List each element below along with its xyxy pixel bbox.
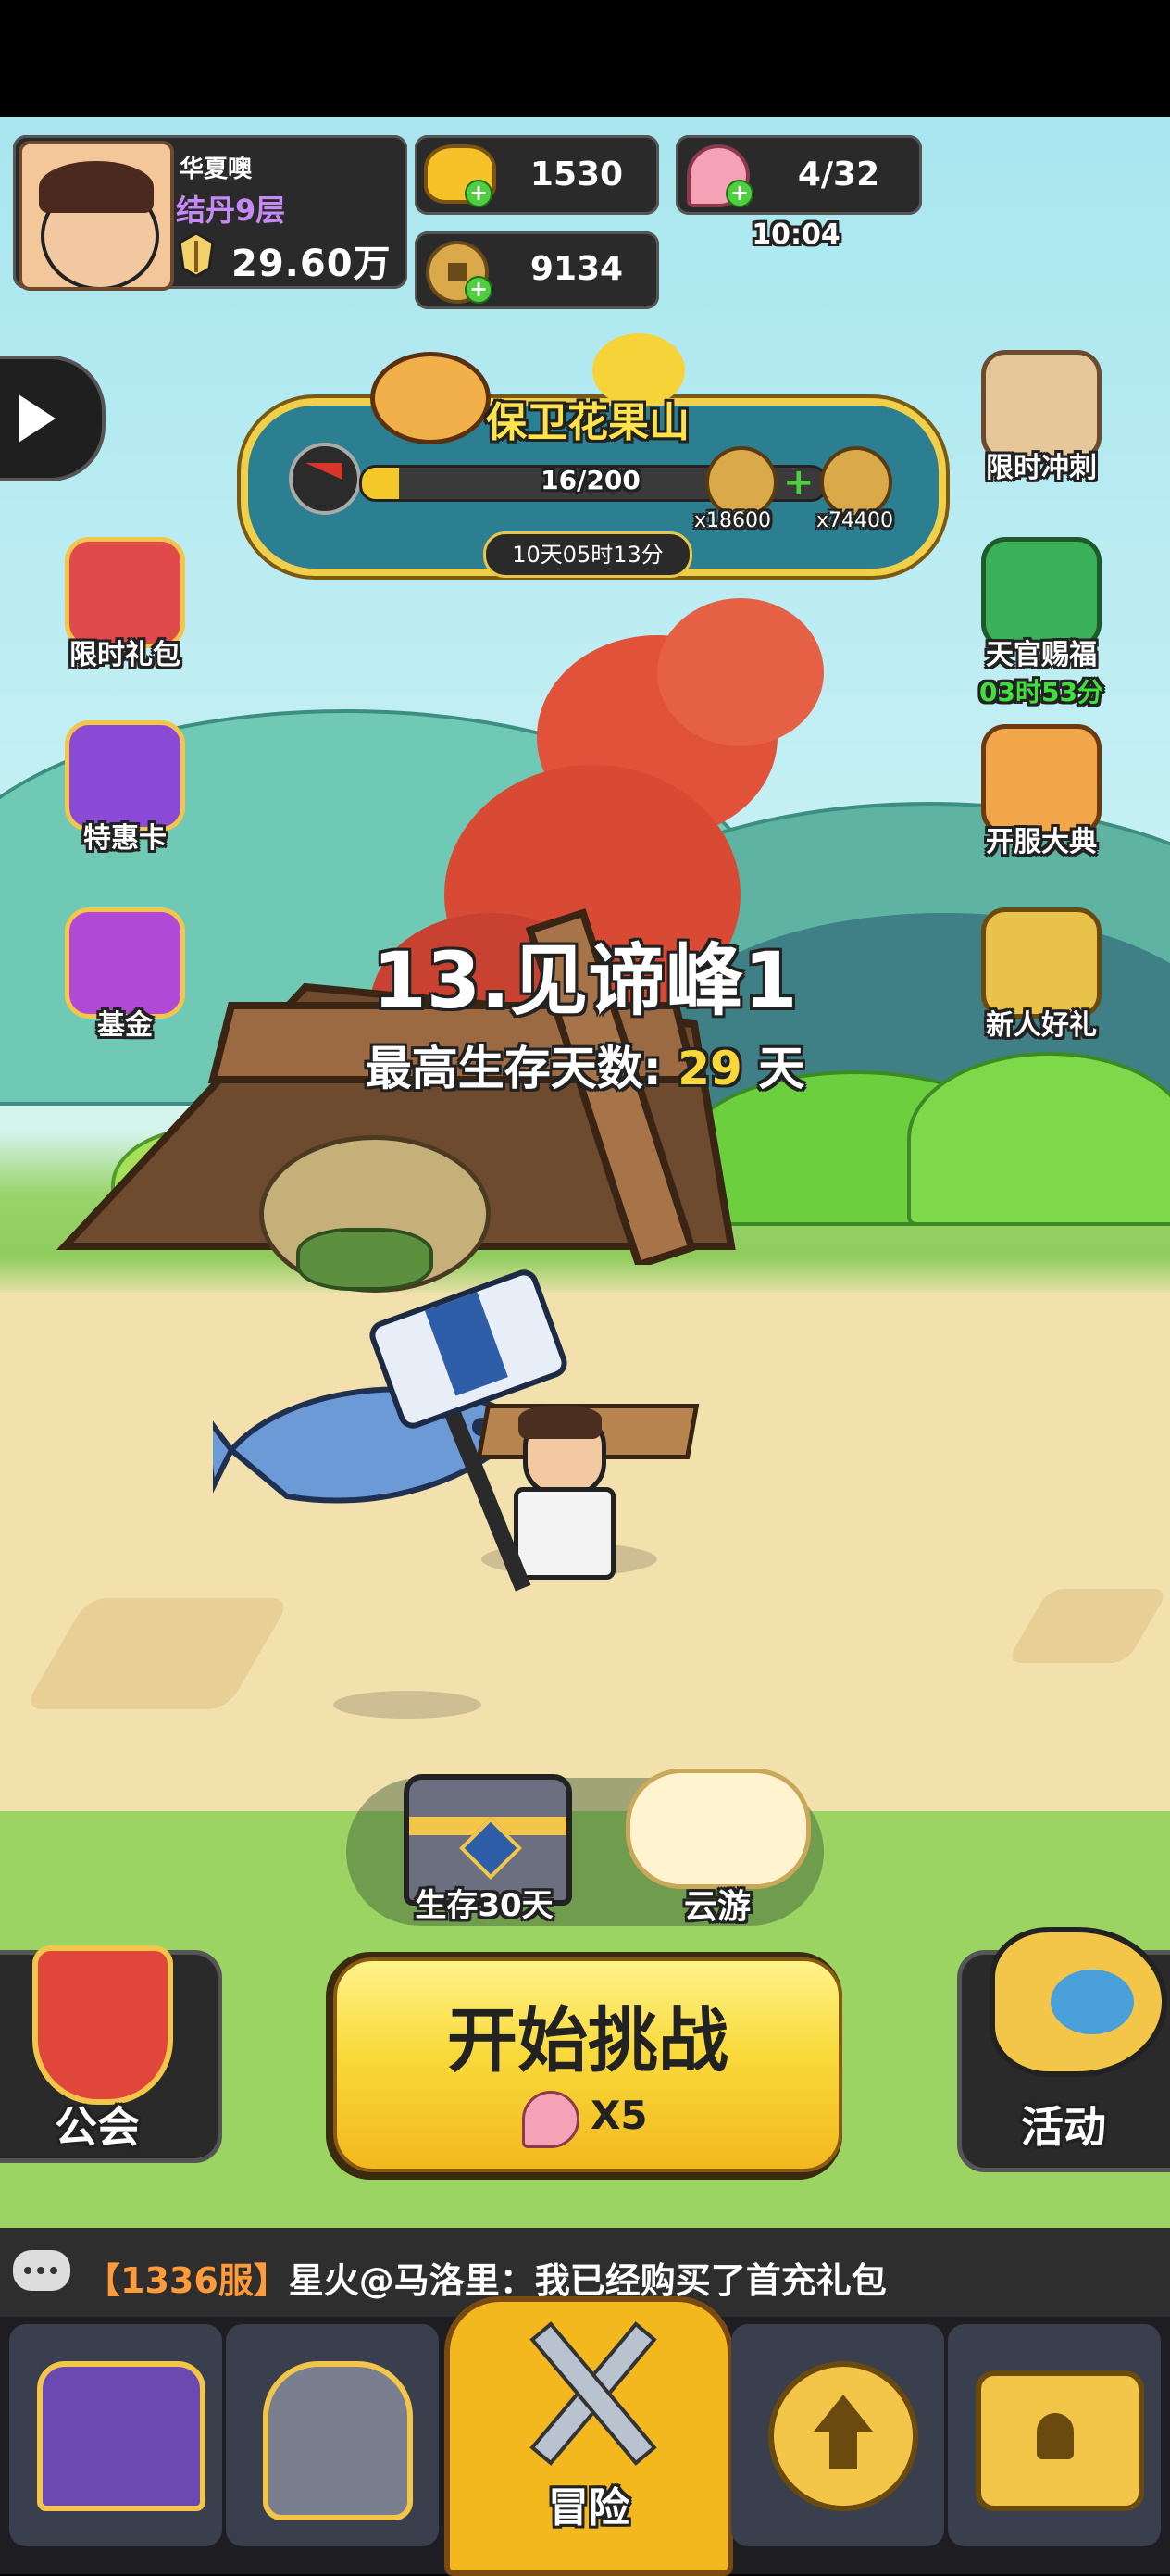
peach-icon [522,2091,579,2148]
start-label: 开始挑战 [447,1999,728,2082]
peach-panel[interactable]: + 4/32 [676,135,922,215]
power-value: 29.60万 [231,243,392,285]
ingot-count: 1530 [529,156,624,194]
server-celebration-button[interactable]: 开服大典 [963,724,1120,859]
shadow [333,1691,481,1719]
player-realm: 结丹9层 [176,193,286,228]
horn-icon [990,1927,1167,2077]
treasure-chest-icon [976,2370,1144,2511]
survival-label: 最高生存天数: [365,1042,662,1095]
start-challenge-button[interactable]: 开始挑战 X5 [326,1952,842,2180]
coin-panel[interactable]: + 9134 [415,231,659,309]
peach-timer: 10:04 [752,219,840,251]
limited-gift-button[interactable]: 限时礼包 [46,537,204,672]
special-card-button[interactable]: 特惠卡 [46,720,204,856]
blessing-button[interactable]: 天官赐福 03时53分 [963,537,1120,709]
palace-icon [37,2361,205,2511]
reward-coin-icon[interactable] [705,446,778,519]
nav-treasure[interactable] [948,2324,1161,2546]
blessing-timer: 03时53分 [979,677,1103,707]
reward-coin-icon[interactable] [820,446,892,519]
stage-name: 13.见谛峰1 [372,935,798,1026]
limited-sprint-button[interactable]: 限时冲刺 [963,350,1120,485]
event-progress-fill [362,468,399,499]
chest-label: 生存30天 [415,1887,554,1924]
guild-button[interactable]: 公会 [0,1945,222,2163]
nav-adventure[interactable]: 冒险 [444,2296,733,2576]
plus-icon: + [783,461,815,504]
coin-count: 9134 [529,250,624,288]
peach-count: 4/32 [797,156,880,194]
guild-banner-icon [32,1945,173,2105]
ingot-panel[interactable]: + 1530 [415,135,659,215]
upgrade-arrow-icon [768,2361,918,2511]
nav-upgrade[interactable] [731,2324,944,2546]
helmet-icon [263,2361,413,2520]
start-cost: X5 [591,2093,648,2138]
chat-message-line: 【1336服】星火@马洛里：我已经购买了首充礼包 [85,2252,887,2303]
avatar[interactable] [19,141,174,291]
monster-legs [296,1228,433,1291]
reward2-amount: x74400 [816,509,894,532]
survival-record: 最高生存天数: 29 天 [0,1032,1170,1098]
add-coin-icon[interactable]: + [465,276,492,304]
power-icon [176,231,217,278]
expand-button[interactable] [0,356,106,481]
chat-server: 【1336服】 [85,2260,289,2301]
cloud-label: 云游 [683,1888,751,1926]
survival-days: 29 [678,1042,742,1095]
player-name: 华夏噢 [180,156,253,183]
add-peach-icon[interactable]: + [726,180,753,207]
cloud-icon[interactable] [626,1769,811,1889]
flag-icon [289,443,361,515]
player-panel[interactable]: 华夏噢 结丹9层 29.60万 [13,135,407,291]
chat-bubble-icon[interactable] [13,2250,70,2291]
survival-unit: 天 [758,1042,805,1095]
event-countdown: 10天05时13分 [483,531,692,578]
nav-adventure-label: 冒险 [548,2484,629,2532]
chat-message: 星火@马洛里：我已经购买了首充礼包 [288,2260,887,2301]
nav-home[interactable] [9,2324,222,2546]
activity-button[interactable]: 活动 [957,1927,1170,2172]
event-progress-text: 16/200 [541,465,641,495]
reward1-amount: x18600 [694,509,772,532]
nav-equipment[interactable] [226,2324,439,2546]
event-title: 保卫花果山 [486,399,690,446]
crossed-swords-icon [524,2311,657,2466]
play-arrow-icon [19,394,56,443]
add-ingot-icon[interactable]: + [465,180,492,207]
